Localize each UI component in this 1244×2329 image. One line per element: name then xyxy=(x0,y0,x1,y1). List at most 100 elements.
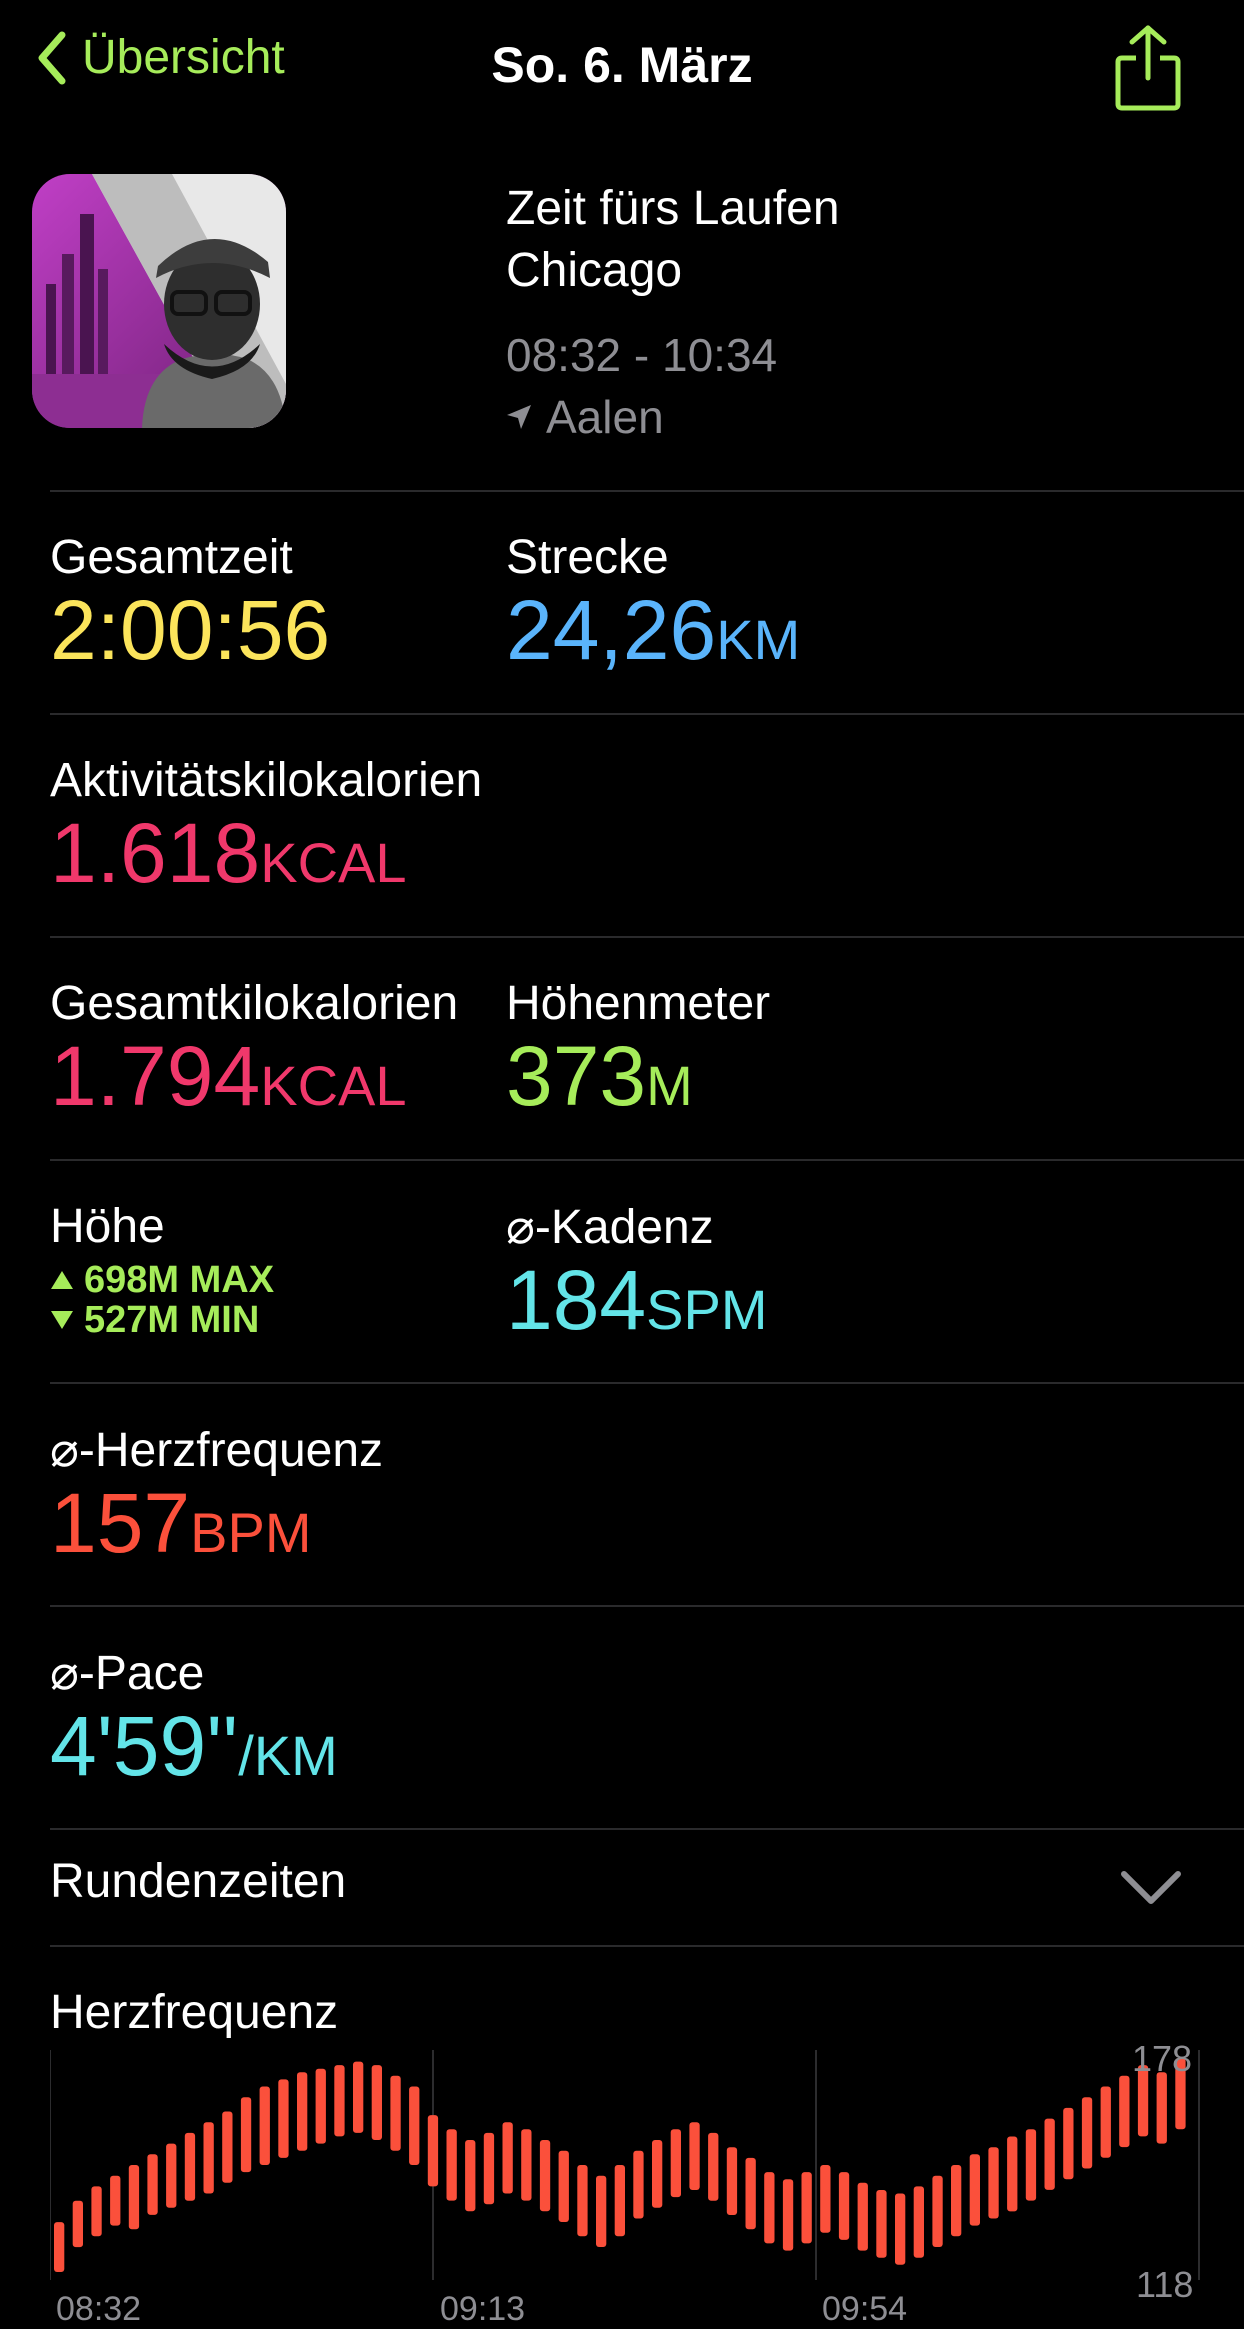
heart-rate-bar xyxy=(745,2157,756,2230)
laps-expand-button[interactable] xyxy=(1120,1868,1182,1908)
chevron-down-icon xyxy=(1121,1871,1181,1904)
metric-pace: ⌀-Pace 4'59''/KM xyxy=(50,1645,338,1801)
heart-rate-bar xyxy=(297,2072,308,2151)
heart-rate-bar xyxy=(1007,2136,1018,2212)
heart-rate-chart xyxy=(50,2050,1200,2280)
heart-rate-bar xyxy=(409,2086,420,2165)
workout-thumbnail xyxy=(32,174,286,428)
metric-elevation-gain: Höhenmeter 373M xyxy=(506,976,770,1131)
metric-label: Gesamtkilokalorien xyxy=(50,977,459,1030)
heart-rate-bar xyxy=(222,2111,233,2183)
divider xyxy=(50,1945,1244,1947)
metric-unit: /KM xyxy=(238,1724,338,1787)
heart-rate-bar xyxy=(334,2065,345,2137)
heart-rate-bar xyxy=(913,2186,924,2258)
metric-value-line: 157BPM xyxy=(50,1478,383,1578)
metric-label: ⌀-Herzfrequenz xyxy=(50,1424,384,1477)
heart-rate-bar xyxy=(838,2172,850,2240)
divider xyxy=(50,1159,1244,1161)
heart-rate-bar xyxy=(951,2165,962,2237)
triangle-up-icon xyxy=(51,1271,73,1289)
laps-label[interactable]: Rundenzeiten xyxy=(50,1854,346,1909)
heart-rate-bar xyxy=(427,2115,439,2187)
heart-rate-bar xyxy=(764,2172,775,2244)
heart-rate-bar xyxy=(988,2147,999,2219)
workout-location: Aalen xyxy=(506,390,664,444)
metric-cadence: ⌀-Kadenz 184SPM xyxy=(506,1199,768,1355)
heart-rate-bar xyxy=(521,2129,532,2201)
heart-rate-bar xyxy=(446,2129,457,2201)
heart-rate-bar xyxy=(876,2190,887,2258)
heart-rate-bar xyxy=(577,2165,588,2237)
metric-unit: M xyxy=(646,1054,693,1117)
metric-value: 24,26 xyxy=(506,583,717,677)
metric-label: Strecke xyxy=(506,531,669,584)
y-max-label: 178 xyxy=(1132,2038,1193,2079)
x-tick-label: 08:32 xyxy=(56,2290,142,2328)
workout-title-line1: Zeit fürs Laufen xyxy=(506,182,840,235)
heart-rate-bar xyxy=(371,2065,382,2140)
heart-rate-bar xyxy=(147,2154,158,2215)
page-title: So. 6. März xyxy=(491,37,753,93)
metric-value: 2:00:56 xyxy=(50,583,331,677)
heart-rate-bar xyxy=(240,2097,252,2173)
metric-label: ⌀-Kadenz xyxy=(506,1201,714,1254)
metric-total-time: Gesamtzeit 2:00:56 xyxy=(50,530,330,675)
heart-rate-bar xyxy=(278,2079,289,2158)
metric-unit: BPM xyxy=(190,1501,312,1564)
divider xyxy=(50,936,1244,938)
metric-altitude: Höhe 698M MAX 527M MIN xyxy=(50,1199,274,1340)
metric-unit: KCAL xyxy=(260,1054,407,1117)
heart-rate-bar xyxy=(353,2061,364,2133)
heart-rate-bar xyxy=(670,2129,681,2198)
share-button[interactable] xyxy=(1110,22,1186,112)
triangle-down-icon xyxy=(51,1311,73,1329)
heart-rate-bar xyxy=(184,2132,196,2201)
metric-total-kcal: Gesamtkilokalorien 1.794KCAL xyxy=(50,976,458,1131)
metric-unit: KM xyxy=(716,608,801,671)
heart-rate-bar xyxy=(166,2143,177,2208)
heart-rate-bar xyxy=(689,2122,700,2190)
workout-title-line2: Chicago xyxy=(506,244,683,297)
heart-rate-bar xyxy=(895,2193,906,2265)
heart-rate-bar xyxy=(128,2165,140,2230)
heart-rate-bar xyxy=(801,2172,812,2244)
heart-rate-bar xyxy=(1081,2097,1093,2169)
metric-value: 1.618 xyxy=(50,806,261,900)
metric-label: Höhe xyxy=(50,1200,165,1253)
workout-time-range: 08:32 - 10:34 xyxy=(506,329,778,381)
metric-label: ⌀-Pace xyxy=(50,1647,205,1700)
heart-rate-bar xyxy=(502,2122,513,2194)
heart-rate-bar xyxy=(726,2147,738,2215)
heart-rate-bar xyxy=(1044,2118,1055,2190)
heart-rate-bar xyxy=(782,2179,794,2251)
heart-rate-chart-title: Herzfrequenz xyxy=(50,1986,339,2039)
divider xyxy=(50,1382,1244,1384)
metric-value-line: 1.794KCAL xyxy=(50,1031,458,1131)
metric-value-line: 4'59''/KM xyxy=(50,1701,338,1801)
metric-value-line: 1.618KCAL xyxy=(50,808,482,908)
heart-rate-bar xyxy=(259,2086,270,2165)
heart-rate-bar xyxy=(54,2222,65,2272)
divider xyxy=(50,1828,1244,1830)
metric-unit: SPM xyxy=(646,1278,768,1341)
heart-rate-bar xyxy=(539,2140,551,2212)
divider xyxy=(50,1605,1244,1607)
altitude-max: 698M MAX xyxy=(50,1260,274,1300)
location-arrow-icon xyxy=(507,405,531,429)
heart-rate-bar xyxy=(110,2175,121,2226)
heart-rate-bar xyxy=(203,2122,214,2194)
heart-rate-bar xyxy=(633,2150,644,2219)
heart-rate-bar xyxy=(708,2132,719,2201)
altitude-max-value: 698M MAX xyxy=(84,1259,275,1301)
heart-rate-bar xyxy=(1156,2072,1167,2144)
altitude-min-value: 527M MIN xyxy=(84,1299,260,1341)
heart-rate-bar xyxy=(72,2200,83,2248)
heart-rate-bar xyxy=(390,2075,401,2151)
heart-rate-bar xyxy=(820,2165,831,2233)
x-tick-label: 09:13 xyxy=(440,2290,526,2328)
metric-value-line: 184SPM xyxy=(506,1255,768,1355)
metric-label: Gesamtzeit xyxy=(50,531,293,584)
metric-label: Aktivitätskilokalorien xyxy=(50,754,483,807)
divider xyxy=(50,490,1244,492)
